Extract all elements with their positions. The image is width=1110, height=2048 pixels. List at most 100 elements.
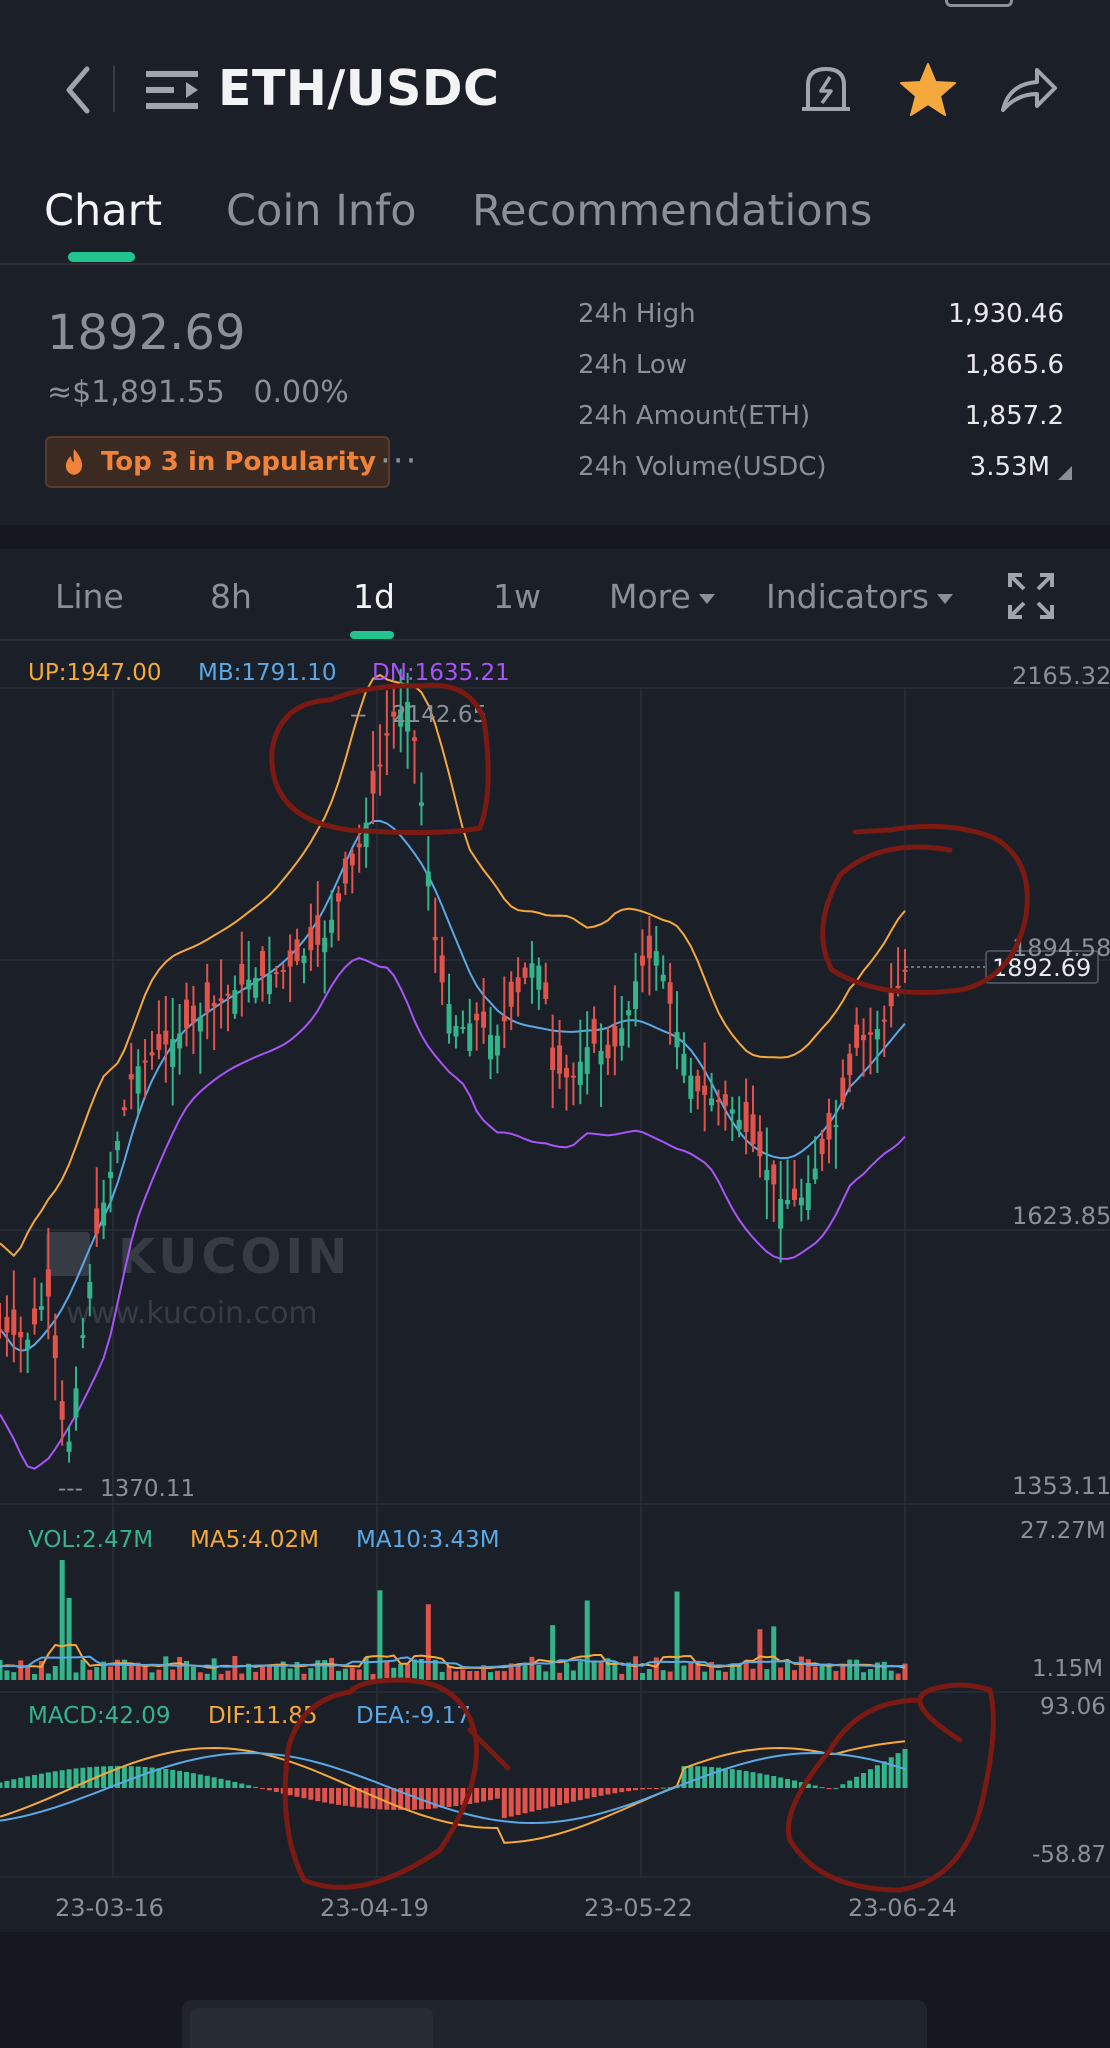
stat-value: 1,930.46 <box>948 299 1064 329</box>
candle-body <box>895 985 901 989</box>
fullscreen-expand-icon[interactable] <box>1006 571 1056 621</box>
candle-body <box>626 1010 632 1016</box>
macd-histogram-bar <box>266 1788 272 1791</box>
date-axis-label: 23-04-19 <box>320 1894 429 1922</box>
macd-histogram-bar <box>87 1767 93 1788</box>
macd-histogram-bar <box>543 1788 549 1809</box>
tab-recommendations[interactable]: Recommendations <box>472 186 872 236</box>
more-options-icon[interactable]: ··· <box>380 441 418 481</box>
max-price-marker: 2142.65 <box>392 702 487 728</box>
macd-histogram-bar <box>308 1788 314 1800</box>
candle-body <box>460 1027 466 1030</box>
battery-icon <box>945 0 1013 7</box>
candle-body <box>874 1029 880 1040</box>
macd-histogram-bar <box>688 1766 694 1788</box>
candle-body <box>812 1168 818 1180</box>
macd-histogram-bar <box>598 1788 604 1796</box>
candle-body <box>260 951 266 977</box>
macd-histogram-bar <box>11 1779 17 1788</box>
tab-coin-info[interactable]: Coin Info <box>226 186 417 236</box>
candle-body <box>439 955 445 983</box>
volume-bar <box>750 1668 756 1680</box>
candle-body <box>550 1047 556 1071</box>
volume-bar <box>439 1671 445 1680</box>
macd-histogram-bar <box>170 1769 176 1788</box>
macd-label: MACD:42.09 <box>28 1703 171 1729</box>
candle-body <box>336 893 342 902</box>
stat-value: 3.53M <box>969 452 1050 482</box>
macd-dea-label: DEA:-9.17 <box>356 1703 471 1729</box>
volume-bar <box>287 1668 293 1680</box>
tab-chart[interactable]: Chart <box>44 186 162 236</box>
active-interval-indicator <box>350 631 394 639</box>
candle-body <box>653 951 659 966</box>
volume-bar <box>543 1671 549 1680</box>
volume-bar <box>197 1672 203 1680</box>
expand-triangle-icon[interactable] <box>1058 466 1072 480</box>
stat-label: 24h High <box>578 299 696 329</box>
candle-body <box>412 737 418 741</box>
macd-histogram-bar <box>722 1768 728 1788</box>
candle-body <box>681 1053 687 1076</box>
macd-histogram-bar <box>156 1768 162 1788</box>
stat-24h-volume[interactable]: 24h Volume(USDC) 3.53M <box>578 452 1072 503</box>
volume-bar <box>805 1659 811 1680</box>
last-price: 1892.69 <box>47 305 246 361</box>
popularity-badge[interactable]: Top 3 in Popularity <box>45 436 391 488</box>
volume-bar <box>847 1659 853 1680</box>
candle-body <box>342 858 348 884</box>
macd-histogram-bar <box>785 1778 791 1788</box>
menu-list-icon[interactable] <box>143 64 201 116</box>
candle-body <box>639 955 645 966</box>
interval-1d[interactable]: 1d <box>353 577 395 616</box>
macd-histogram-bar <box>232 1781 238 1788</box>
macd-histogram-bar <box>633 1788 639 1791</box>
volume-bar <box>156 1669 162 1680</box>
interval-1w[interactable]: 1w <box>493 577 541 616</box>
candle-body <box>536 965 542 990</box>
favorite-star-icon[interactable] <box>898 60 958 120</box>
candle-body <box>204 982 210 1012</box>
volume-bar <box>94 1667 100 1680</box>
interval-line[interactable]: Line <box>55 577 124 616</box>
candle-body <box>778 1198 784 1229</box>
candle-body <box>508 981 514 1007</box>
volume-bar <box>253 1671 259 1680</box>
volume-bar <box>377 1590 383 1680</box>
candle-body <box>474 1013 480 1021</box>
max-marker-dash: -- <box>350 702 367 728</box>
volume-bar <box>722 1671 728 1680</box>
candle-body <box>73 1388 79 1418</box>
candle-body <box>315 915 321 945</box>
price-alert-bell-icon[interactable] <box>798 62 854 118</box>
macd-histogram-bar <box>425 1788 431 1809</box>
volume-bar <box>211 1658 217 1680</box>
macd-histogram-bar <box>25 1776 31 1788</box>
volume-bar <box>32 1673 38 1680</box>
back-chevron-icon[interactable] <box>56 64 100 116</box>
candle-body <box>87 1281 93 1299</box>
macd-histogram-bar <box>239 1783 245 1788</box>
macd-histogram-bar <box>826 1788 832 1789</box>
fire-icon <box>65 449 83 475</box>
macd-histogram-bar <box>881 1761 887 1788</box>
price-chart[interactable]: KUCOIN www.kucoin.com 1892.69 UP:1947.00… <box>0 640 1110 1932</box>
more-intervals-dropdown[interactable]: More <box>609 577 715 616</box>
volume-bar <box>798 1656 804 1680</box>
candle-body <box>722 1094 728 1106</box>
candle-body <box>177 1033 183 1049</box>
macd-histogram-bar <box>197 1774 203 1788</box>
candle-body <box>384 733 390 736</box>
volume-bar <box>667 1671 673 1680</box>
candle-body <box>232 990 238 1014</box>
candle-body <box>646 935 652 959</box>
candle-body <box>190 1005 196 1023</box>
macd-histogram-bar <box>605 1788 611 1795</box>
volume-bar <box>225 1670 231 1680</box>
bottom-action-tab[interactable] <box>190 2008 433 2048</box>
share-arrow-icon[interactable] <box>998 62 1060 118</box>
candles <box>0 668 908 1463</box>
interval-8h[interactable]: 8h <box>210 577 252 616</box>
macd-histogram-bar <box>557 1788 563 1805</box>
indicators-dropdown[interactable]: Indicators <box>766 577 954 616</box>
